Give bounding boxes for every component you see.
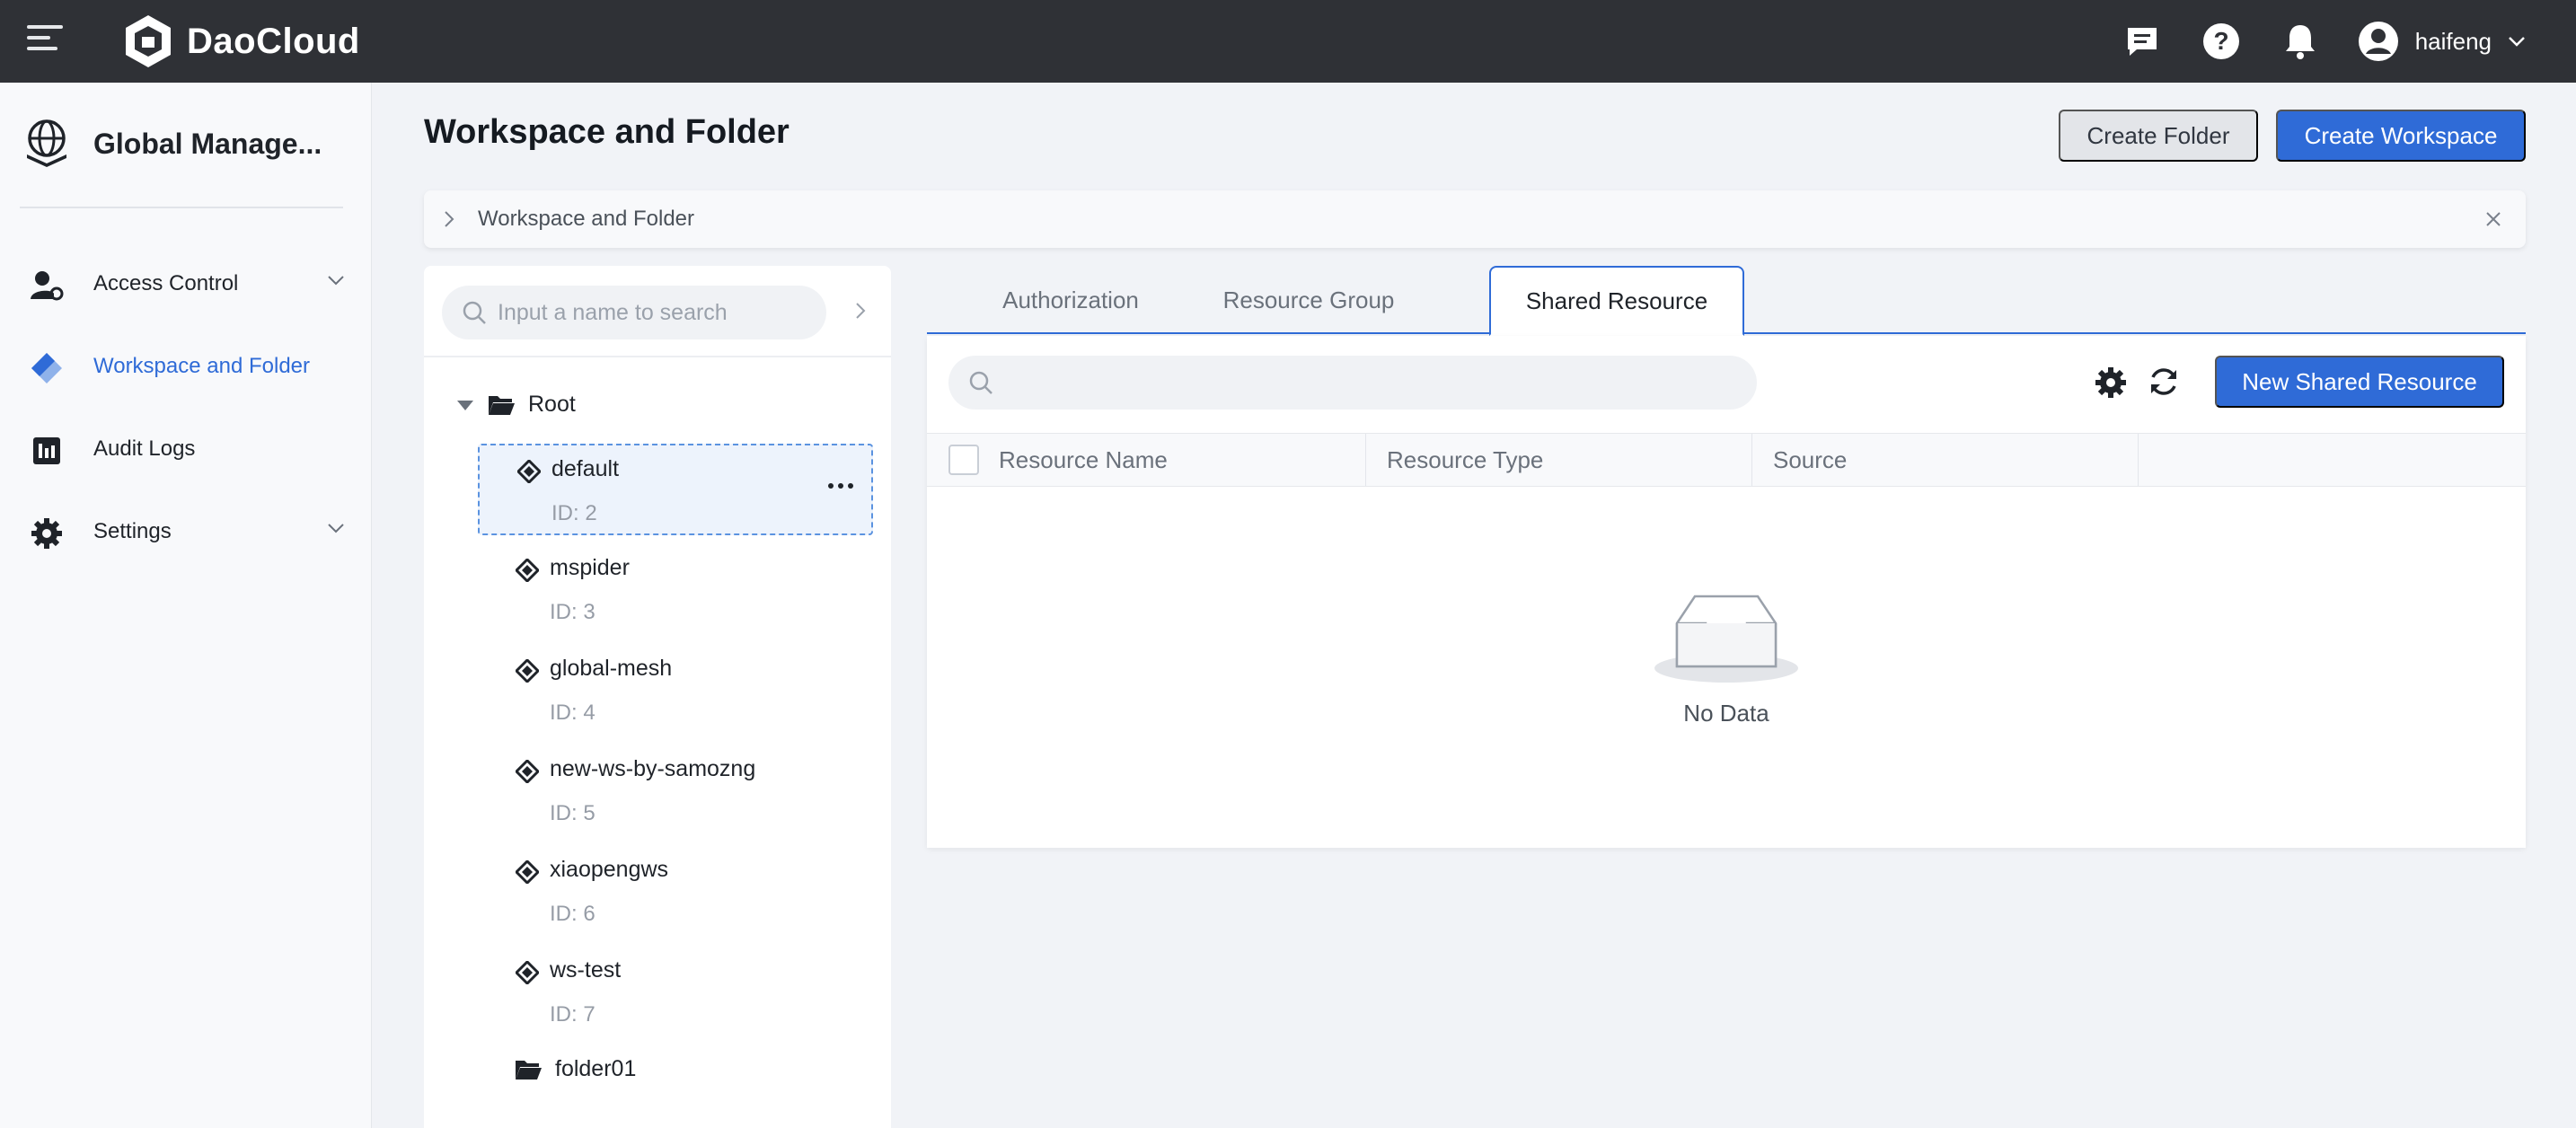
tree-workspace-item[interactable]: mspider ID: 3	[478, 544, 873, 636]
user-menu[interactable]: haifeng	[2358, 21, 2526, 62]
tree-workspace-item[interactable]: global-mesh ID: 4	[478, 645, 873, 736]
workspace-name: default	[551, 456, 620, 481]
sidebar-item-label: Settings	[93, 519, 172, 543]
empty-inbox-icon	[1654, 595, 1798, 683]
brand-logo[interactable]: DaoCloud	[122, 11, 360, 72]
more-actions-icon[interactable]	[828, 483, 853, 489]
tree-folder-item[interactable]: folder01	[514, 1056, 636, 1082]
shared-resource-card: New Shared Resource Resource Name Resour…	[927, 336, 2526, 848]
search-icon	[969, 371, 992, 394]
workspace-icon	[29, 350, 65, 386]
workspace-name: xiaopengws	[550, 857, 669, 882]
module-header: Global Manage...	[23, 119, 322, 169]
refresh-icon[interactable]	[2147, 365, 2181, 399]
globe-icon	[27, 119, 66, 167]
tree-workspace-item[interactable]: xiaopengws ID: 6	[478, 846, 873, 938]
sidebar-item-audit-logs[interactable]: Audit Logs	[0, 413, 372, 485]
access-control-icon	[29, 268, 65, 304]
breadcrumb-label[interactable]: Workspace and Folder	[478, 207, 694, 232]
gear-icon	[29, 516, 65, 551]
workspace-icon	[516, 961, 539, 984]
chevron-down-icon	[328, 276, 344, 286]
caret-down-icon	[457, 400, 473, 410]
tab-shared-resource[interactable]: Shared Resource	[1489, 266, 1744, 336]
empty-state: No Data	[1645, 587, 1807, 727]
breadcrumb: Workspace and Folder	[424, 190, 2526, 248]
tree-workspace-item[interactable]: new-ws-by-samozng ID: 5	[478, 745, 873, 837]
folder-open-icon	[516, 1060, 542, 1080]
tree-root-label: Root	[528, 392, 576, 417]
workspace-id: ID: 2	[551, 501, 597, 525]
tree-divider	[424, 356, 891, 357]
chevron-right-icon[interactable]	[855, 302, 866, 320]
workspace-name: mspider	[550, 555, 630, 580]
workspace-icon	[517, 460, 541, 483]
sidebar-item-settings[interactable]: Settings	[0, 496, 372, 568]
workspace-icon	[516, 559, 539, 582]
tree-workspace-item[interactable]: default ID: 2	[478, 444, 873, 535]
tab-resource-group[interactable]: Resource Group	[1196, 266, 1421, 334]
workspace-id: ID: 5	[550, 801, 595, 825]
help-icon[interactable]: ?	[2200, 20, 2243, 63]
workspace-icon	[516, 760, 539, 783]
sidebar-item-workspace-and-folder[interactable]: Workspace and Folder	[0, 330, 372, 402]
search-placeholder: Input a name to search	[498, 300, 728, 325]
chevron-down-icon	[328, 524, 344, 533]
detail-tabs: Authorization Resource Group Shared Reso…	[927, 266, 2526, 336]
workspace-name: ws-test	[550, 957, 622, 983]
message-icon[interactable]	[2121, 20, 2164, 63]
column-divider[interactable]	[2138, 434, 2139, 486]
bell-icon[interactable]	[2279, 20, 2322, 63]
chevron-right-icon[interactable]	[444, 210, 454, 228]
sidebar-item-access-control[interactable]: Access Control	[0, 248, 372, 320]
workspace-name: new-ws-by-samozng	[550, 756, 756, 781]
workspace-id: ID: 4	[550, 701, 595, 725]
column-header-resource-type[interactable]: Resource Type	[1387, 434, 1543, 486]
chevron-down-icon	[2509, 37, 2525, 47]
workspace-id: ID: 7	[550, 1002, 595, 1027]
audit-logs-icon	[29, 433, 65, 469]
folder-open-icon	[489, 395, 515, 415]
table-header: Resource Name Resource Type Source	[927, 433, 2526, 487]
workspace-tree-panel: Input a name to search Root default ID: …	[424, 266, 891, 1128]
column-divider[interactable]	[1751, 434, 1752, 486]
workspace-id: ID: 3	[550, 600, 595, 624]
menu-icon[interactable]	[27, 25, 63, 56]
tree-workspace-item[interactable]: ws-test ID: 7	[478, 947, 873, 1038]
workspace-name: global-mesh	[550, 656, 673, 681]
empty-state-label: No Data	[1683, 700, 1769, 727]
page-title: Workspace and Folder	[424, 113, 790, 151]
svg-text:?: ?	[2213, 27, 2228, 55]
create-folder-button[interactable]: Create Folder	[2059, 110, 2258, 162]
close-icon[interactable]	[2484, 210, 2502, 228]
module-title: Global Manage...	[93, 127, 322, 160]
sidebar-item-label: Access Control	[93, 271, 239, 295]
user-avatar-icon	[2358, 22, 2398, 61]
tree-root[interactable]: Root	[456, 392, 576, 418]
user-name: haifeng	[2414, 27, 2492, 55]
new-shared-resource-button[interactable]: New Shared Resource	[2215, 356, 2504, 408]
column-header-resource-name[interactable]: Resource Name	[999, 434, 1168, 486]
sidebar-item-label: Workspace and Folder	[93, 354, 311, 378]
tab-authorization[interactable]: Authorization	[963, 266, 1178, 334]
folder-name: folder01	[555, 1056, 637, 1081]
search-icon	[463, 301, 486, 324]
sidebar-divider	[20, 207, 343, 208]
column-header-source[interactable]: Source	[1773, 434, 1847, 486]
workspace-id: ID: 6	[550, 902, 595, 926]
resource-search-input[interactable]	[948, 356, 1757, 410]
create-workspace-button[interactable]: Create Workspace	[2276, 110, 2526, 162]
select-all-checkbox[interactable]	[948, 445, 979, 475]
brand-name: DaoCloud	[187, 21, 360, 61]
sidebar-item-label: Audit Logs	[93, 436, 196, 461]
sidebar: Global Manage... Access Control Workspac…	[0, 83, 372, 1128]
workspace-icon	[516, 659, 539, 683]
gear-icon[interactable]	[2095, 366, 2127, 399]
tree-search-input[interactable]: Input a name to search	[442, 286, 826, 339]
workspace-icon	[516, 860, 539, 884]
top-bar: DaoCloud ? haifeng	[0, 0, 2576, 83]
daocloud-logo-icon	[126, 15, 171, 67]
column-divider[interactable]	[1365, 434, 1366, 486]
